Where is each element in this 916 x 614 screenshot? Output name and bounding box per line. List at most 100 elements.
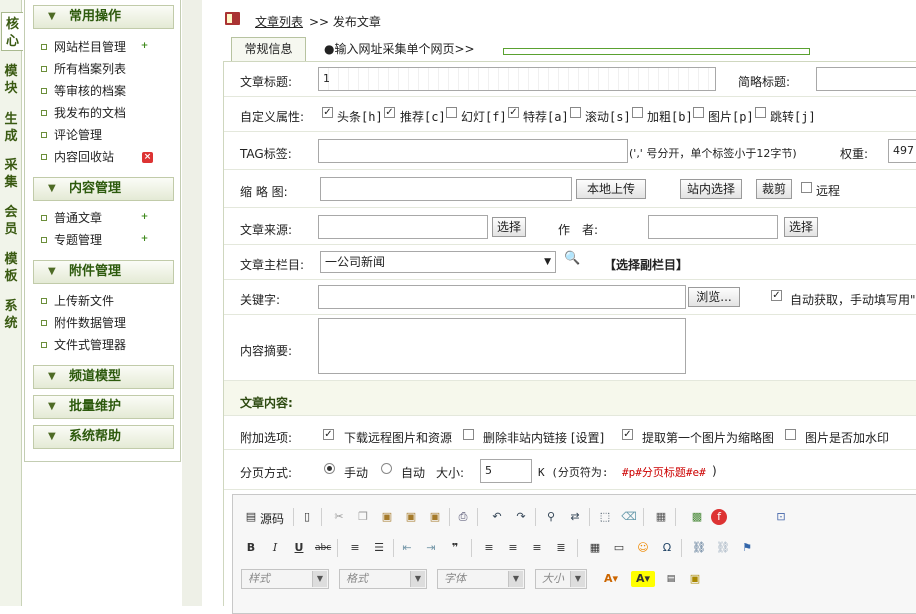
collect-url-bar[interactable] xyxy=(503,48,810,55)
add-icon[interactable]: + xyxy=(139,234,150,245)
print-icon[interactable]: ⎙ xyxy=(455,509,471,525)
attr-recommend-checkbox[interactable]: ✓ xyxy=(384,107,395,118)
tag-input[interactable] xyxy=(318,139,628,163)
author-select-button[interactable]: 选择 xyxy=(784,217,818,237)
menu-normal-article[interactable]: 普通文章 xyxy=(41,209,102,227)
strikethrough-icon[interactable]: abc xyxy=(315,540,331,556)
menu-comments[interactable]: 评论管理 xyxy=(41,126,102,144)
style-combo[interactable]: 样式 ▼ xyxy=(241,569,329,589)
paging-auto-radio[interactable] xyxy=(381,463,392,474)
select-all-icon[interactable]: ⬚ xyxy=(597,509,613,525)
bold-icon[interactable]: B xyxy=(243,540,259,556)
source-select-button[interactable]: 选择 xyxy=(492,217,526,237)
menu-upload[interactable]: 上传新文件 xyxy=(41,292,114,310)
source-input[interactable] xyxy=(318,215,488,239)
attr-scroll-checkbox[interactable] xyxy=(570,107,581,118)
font-combo[interactable]: 字体 ▼ xyxy=(437,569,525,589)
add-icon[interactable]: + xyxy=(139,41,150,52)
weight-input[interactable]: 497 xyxy=(888,139,916,163)
keywords-input[interactable] xyxy=(318,285,686,309)
auto-keywords-checkbox[interactable]: ✓ xyxy=(771,290,782,301)
align-justify-icon[interactable]: ≣ xyxy=(553,540,569,556)
paging-manual-radio[interactable] xyxy=(324,463,335,474)
section-channel[interactable]: ▼ 频道模型 xyxy=(33,365,174,389)
menu-file-manager[interactable]: 文件式管理器 xyxy=(41,336,126,354)
align-center-icon[interactable]: ≡ xyxy=(505,540,521,556)
watermark-checkbox[interactable] xyxy=(785,429,796,440)
replace-icon[interactable]: ⇄ xyxy=(567,509,583,525)
text-color-icon[interactable]: A▾ xyxy=(599,571,623,587)
attr-slide-checkbox[interactable] xyxy=(446,107,457,118)
column-select[interactable]: 一公司新闻 ▼ xyxy=(320,251,556,273)
short-title-input[interactable] xyxy=(816,67,916,91)
paste-icon[interactable]: ▣ xyxy=(379,509,395,525)
anchor-icon[interactable]: ⚑ xyxy=(739,540,755,556)
attr-headline-checkbox[interactable]: ✓ xyxy=(322,107,333,118)
section-common[interactable]: ▼ 常用操作 xyxy=(33,5,174,29)
preview-icon[interactable]: ▦ xyxy=(653,509,669,525)
align-left-icon[interactable]: ≡ xyxy=(481,540,497,556)
italic-icon[interactable]: I xyxy=(267,540,283,556)
thumb-input[interactable] xyxy=(320,177,572,201)
search-icon[interactable]: 🔍 xyxy=(564,251,580,266)
code-icon[interactable]: ▤ xyxy=(663,571,679,587)
sidebar-splitter[interactable] xyxy=(182,0,202,606)
download-remote-checkbox[interactable]: ✓ xyxy=(323,429,334,440)
site-select-button[interactable]: 站内选择 xyxy=(680,179,742,199)
image-icon[interactable]: ▩ xyxy=(689,509,705,525)
background-color-icon[interactable]: A▾ xyxy=(631,571,655,587)
format-combo[interactable]: 格式 ▼ xyxy=(339,569,427,589)
eraser-icon[interactable]: ⌫ xyxy=(621,509,637,525)
insert-page-icon[interactable]: ▣ xyxy=(687,571,703,587)
menu-column-manage[interactable]: 网站栏目管理 xyxy=(41,38,126,56)
vtab-module[interactable]: 模块 xyxy=(1,60,21,97)
section-attachment[interactable]: ▼ 附件管理 xyxy=(33,260,174,284)
underline-icon[interactable]: U xyxy=(291,540,307,556)
add-icon[interactable]: + xyxy=(139,212,150,223)
attr-special-checkbox[interactable]: ✓ xyxy=(508,107,519,118)
tab-collect-url[interactable]: ●输入网址采集单个网页>> xyxy=(324,40,475,57)
attr-jump-checkbox[interactable] xyxy=(755,107,766,118)
size-combo[interactable]: 大小 ▼ xyxy=(535,569,587,589)
vtab-template[interactable]: 模板 xyxy=(1,248,21,285)
link-icon[interactable]: ⛓ xyxy=(691,540,707,556)
vtab-member[interactable]: 会员 xyxy=(1,201,21,238)
copy-icon[interactable]: ❐ xyxy=(355,509,371,525)
cut-icon[interactable]: ✂ xyxy=(331,509,347,525)
menu-pending[interactable]: 等审核的档案 xyxy=(41,82,126,100)
delete-icon[interactable]: × xyxy=(142,152,153,163)
menu-recycle[interactable]: 内容回收站 xyxy=(41,148,114,166)
section-help[interactable]: ▼ 系统帮助 xyxy=(33,425,174,449)
vtab-generate[interactable]: 生成 xyxy=(1,108,21,145)
blockquote-icon[interactable]: ❞ xyxy=(447,540,463,556)
sub-column-link[interactable]: 【选择副栏目】 xyxy=(604,256,688,273)
vtab-collect[interactable]: 采集 xyxy=(1,154,21,191)
title-input[interactable]: 1 xyxy=(318,67,716,91)
align-right-icon[interactable]: ≡ xyxy=(529,540,545,556)
browse-button[interactable]: 浏览... xyxy=(688,287,740,307)
section-batch[interactable]: ▼ 批量维护 xyxy=(33,395,174,419)
undo-icon[interactable]: ↶ xyxy=(489,509,505,525)
ordered-list-icon[interactable]: ≡ xyxy=(347,540,363,556)
menu-my-docs[interactable]: 我发布的文档 xyxy=(41,104,126,122)
redo-icon[interactable]: ↷ xyxy=(513,509,529,525)
special-char-icon[interactable]: Ω xyxy=(659,540,675,556)
section-content[interactable]: ▼ 内容管理 xyxy=(33,177,174,201)
flash-icon[interactable]: f xyxy=(711,509,727,525)
table-icon[interactable]: ▦ xyxy=(587,540,603,556)
breadcrumb-article-list[interactable]: 文章列表 xyxy=(255,13,303,30)
maximize-icon[interactable]: ⊡ xyxy=(773,509,789,525)
remove-links-checkbox[interactable] xyxy=(463,429,474,440)
remote-checkbox[interactable] xyxy=(801,182,812,193)
vtab-core[interactable]: 核心 xyxy=(1,12,23,51)
unordered-list-icon[interactable]: ☰ xyxy=(371,540,387,556)
size-input[interactable]: 5 xyxy=(480,459,532,483)
indent-icon[interactable]: ⇥ xyxy=(423,540,439,556)
crop-button[interactable]: 裁剪 xyxy=(756,179,792,199)
paste-word-icon[interactable]: ▣ xyxy=(427,509,443,525)
horizontal-rule-icon[interactable]: ▭ xyxy=(611,540,627,556)
document-icon[interactable]: ▯ xyxy=(299,509,315,525)
smiley-icon[interactable]: ☺ xyxy=(635,540,651,556)
first-image-checkbox[interactable]: ✓ xyxy=(622,429,633,440)
local-upload-button[interactable]: 本地上传 xyxy=(576,179,646,199)
